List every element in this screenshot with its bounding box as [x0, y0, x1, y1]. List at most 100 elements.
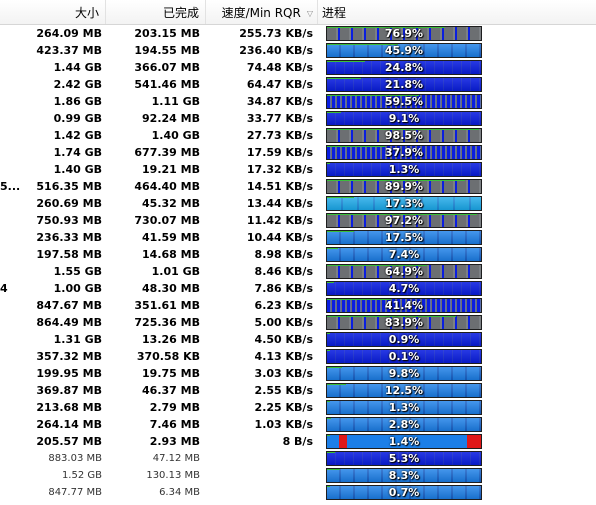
row-speed-cell: 33.77 KB/s [246, 112, 313, 125]
column-header-size[interactable]: 大小 [0, 0, 106, 24]
row-done-cell: 48.30 MB [142, 282, 200, 295]
row-done-cell: 7.46 MB [149, 418, 200, 431]
row-speed-cell: 11.42 KB/s [246, 214, 313, 227]
row-speed-cell: 17.59 KB/s [246, 146, 313, 159]
progress-bar: 59.5% [326, 94, 482, 109]
row-speed-cell: 7.86 KB/s [254, 282, 313, 295]
table-row[interactable]: 1.31 GB 13.26 MB 4.50 KB/s 0.9% [0, 331, 596, 348]
row-done-cell: 1.40 GB [151, 129, 200, 142]
row-done-cell: 46.37 MB [142, 384, 200, 397]
row-speed-cell: 13.44 KB/s [246, 197, 313, 210]
progress-bar: 5.3% [326, 451, 482, 466]
progress-bar: 2.8% [326, 417, 482, 432]
row-size-cell: 847.77 MB [48, 487, 102, 498]
row-done-cell: 1.01 GB [151, 265, 200, 278]
row-size-cell: 864.49 MB [36, 316, 102, 329]
row-size-cell: 1.31 GB [53, 333, 102, 346]
column-header-progress[interactable]: 进程 [318, 0, 596, 24]
row-speed-cell: 14.51 KB/s [246, 180, 313, 193]
row-size-cell: 0.99 GB [53, 112, 102, 125]
progress-percent-label: 98.5% [384, 129, 424, 142]
progress-percent-label: 1.3% [388, 163, 420, 176]
row-size-cell: 236.33 MB [36, 231, 102, 244]
table-row[interactable]: 260.69 MB 45.32 MB 13.44 KB/s 17.3% [0, 195, 596, 212]
row-done-cell: 366.07 MB [134, 61, 200, 74]
table-row[interactable]: 847.67 MB 351.61 MB 6.23 KB/s 41.4% [0, 297, 596, 314]
column-header-bar: 大小 已完成 速度/Min RQR ▽ 进程 [0, 0, 596, 25]
table-row[interactable]: 264.14 MB 7.46 MB 1.03 KB/s 2.8% [0, 416, 596, 433]
table-row[interactable]: 750.93 MB 730.07 MB 11.42 KB/s 97.2% [0, 212, 596, 229]
column-header-done-label: 已完成 [162, 6, 199, 20]
table-row[interactable]: 883.03 MB 47.12 MB 5.3% [0, 450, 596, 467]
column-header-speed-label: 速度/Min RQR [221, 6, 301, 20]
column-header-size-label: 大小 [74, 6, 99, 20]
progress-percent-label: 45.9% [384, 44, 424, 57]
progress-bar: 1.3% [326, 162, 482, 177]
table-row[interactable]: 236.33 MB 41.59 MB 10.44 KB/s 17.5% [0, 229, 596, 246]
progress-bar: 41.4% [326, 298, 482, 313]
row-speed-cell: 17.32 KB/s [246, 163, 313, 176]
table-row[interactable]: 357.32 MB 370.58 KB 4.13 KB/s 0.1% [0, 348, 596, 365]
table-row[interactable]: 1.74 GB 677.39 MB 17.59 KB/s 37.9% [0, 144, 596, 161]
row-speed-cell: 2.25 KB/s [254, 401, 313, 414]
row-speed-cell: 10.44 KB/s [246, 231, 313, 244]
table-row[interactable]: 2.42 GB 541.46 MB 64.47 KB/s 21.8% [0, 76, 596, 93]
progress-percent-label: 37.9% [384, 146, 424, 159]
row-speed-cell: 34.87 KB/s [246, 95, 313, 108]
row-done-cell: 730.07 MB [134, 214, 200, 227]
row-size-cell: 883.03 MB [48, 453, 102, 464]
progress-percent-label: 8.3% [388, 469, 420, 482]
row-done-cell: 41.59 MB [142, 231, 200, 244]
progress-percent-label: 76.9% [384, 27, 424, 40]
row-done-cell: 370.58 KB [136, 350, 200, 363]
row-size-cell: 847.67 MB [36, 299, 102, 312]
row-done-cell: 47.12 MB [152, 453, 200, 464]
row-done-cell: 351.61 MB [134, 299, 200, 312]
progress-bar: 9.8% [326, 366, 482, 381]
table-row[interactable]: 264.09 MB 203.15 MB 255.73 KB/s 76.9% [0, 25, 596, 42]
table-row[interactable]: 199.95 MB 19.75 MB 3.03 KB/s 9.8% [0, 365, 596, 382]
table-row[interactable]: 213.68 MB 2.79 MB 2.25 KB/s 1.3% [0, 399, 596, 416]
column-header-done[interactable]: 已完成 [106, 0, 206, 24]
table-row[interactable]: 205.57 MB 2.93 MB 8 B/s 1.4% [0, 433, 596, 450]
row-size-cell: 1.74 GB [53, 146, 102, 159]
progress-bar: 24.8% [326, 60, 482, 75]
row-done-cell: 725.36 MB [134, 316, 200, 329]
progress-percent-label: 64.9% [384, 265, 424, 278]
progress-bar: 0.9% [326, 332, 482, 347]
row-done-cell: 19.75 MB [142, 367, 200, 380]
progress-percent-label: 21.8% [384, 78, 424, 91]
row-speed-cell: 8.46 KB/s [254, 265, 313, 278]
row-done-cell: 13.26 MB [142, 333, 200, 346]
progress-percent-label: 1.4% [388, 435, 420, 448]
table-row[interactable]: 369.87 MB 46.37 MB 2.55 KB/s 12.5% [0, 382, 596, 399]
row-size-cell: 516.35 MB [36, 180, 102, 193]
table-row[interactable]: 1.86 GB 1.11 GB 34.87 KB/s 59.5% [0, 93, 596, 110]
row-size-cell: 260.69 MB [36, 197, 102, 210]
table-row[interactable]: 197.58 MB 14.68 MB 8.98 KB/s 7.4% [0, 246, 596, 263]
table-row[interactable]: 864.49 MB 725.36 MB 5.00 KB/s 83.9% [0, 314, 596, 331]
table-row[interactable]: 1.44 GB 366.07 MB 74.48 KB/s 24.8% [0, 59, 596, 76]
table-row[interactable]: 4 1.00 GB 48.30 MB 7.86 KB/s 4.7% [0, 280, 596, 297]
row-done-cell: 19.21 MB [142, 163, 200, 176]
row-done-cell: 541.46 MB [134, 78, 200, 91]
row-size-cell: 1.42 GB [53, 129, 102, 142]
progress-percent-label: 17.3% [384, 197, 424, 210]
row-speed-cell: 2.55 KB/s [254, 384, 313, 397]
table-row[interactable]: 1.42 GB 1.40 GB 27.73 KB/s 98.5% [0, 127, 596, 144]
table-row[interactable]: 847.77 MB 6.34 MB 0.7% [0, 484, 596, 501]
column-header-speed[interactable]: 速度/Min RQR ▽ [206, 0, 318, 24]
row-speed-cell: 8.98 KB/s [254, 248, 313, 261]
table-row[interactable]: 5.... 516.35 MB 464.40 MB 14.51 KB/s 89.9% [0, 178, 596, 195]
row-size-cell: 213.68 MB [36, 401, 102, 414]
row-size-cell: 1.86 GB [53, 95, 102, 108]
table-row[interactable]: 1.52 GB 130.13 MB 8.3% [0, 467, 596, 484]
table-row[interactable]: 0.99 GB 92.24 MB 33.77 KB/s 9.1% [0, 110, 596, 127]
table-row[interactable]: 1.55 GB 1.01 GB 8.46 KB/s 64.9% [0, 263, 596, 280]
row-speed-cell: 64.47 KB/s [246, 78, 313, 91]
progress-bar: 17.5% [326, 230, 482, 245]
progress-bar: 8.3% [326, 468, 482, 483]
table-row[interactable]: 1.40 GB 19.21 MB 17.32 KB/s 1.3% [0, 161, 596, 178]
row-size-cell: 264.09 MB [36, 27, 102, 40]
table-row[interactable]: 423.37 MB 194.55 MB 236.40 KB/s 45.9% [0, 42, 596, 59]
